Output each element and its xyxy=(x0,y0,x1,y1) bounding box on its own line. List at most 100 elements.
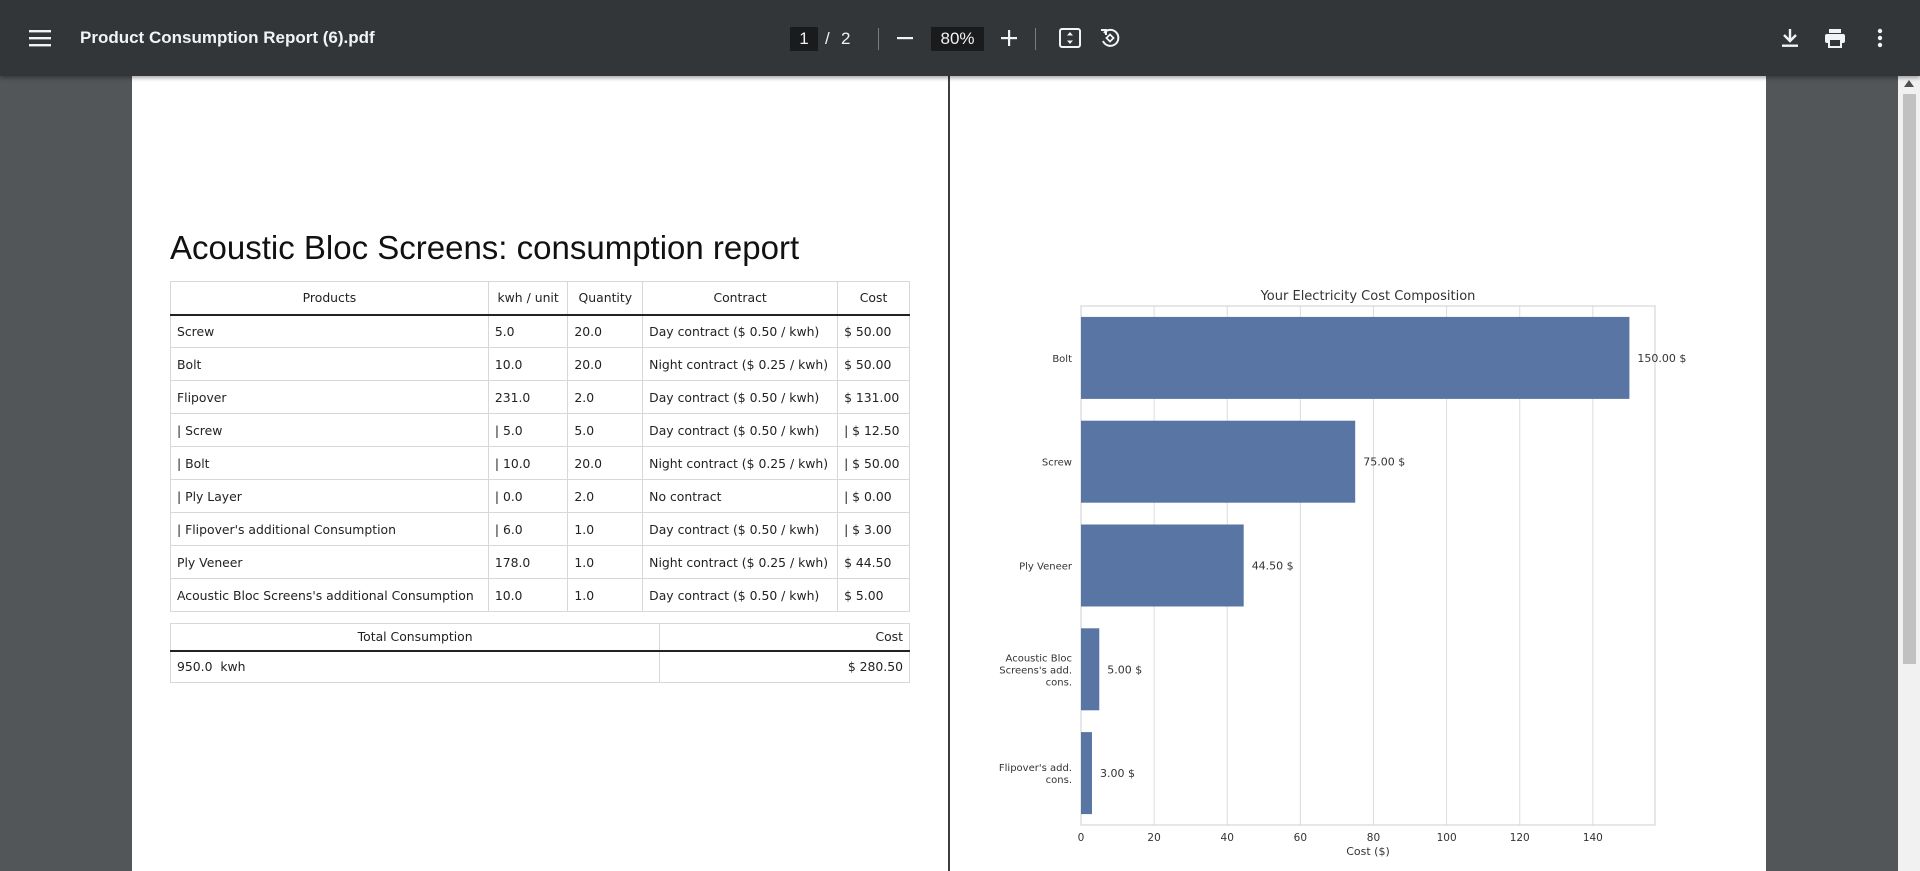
table-cell: Day contract ($ 0.50 / kwh) xyxy=(642,512,839,546)
table-row: Acoustic Bloc Screens's additional Consu… xyxy=(170,578,910,612)
table-cell: Day contract ($ 0.50 / kwh) xyxy=(642,413,839,447)
fit-page-icon xyxy=(1059,28,1081,48)
column-header: Cost xyxy=(837,281,910,316)
table-cell: | Ply Layer xyxy=(170,479,489,513)
consumption-table: Products kwh / unit Quantity Contract Co… xyxy=(170,281,910,612)
category-label: Acoustic Bloc Screens's add. cons. xyxy=(999,653,1072,688)
cost-composition-chart: Your Electricity Cost Composition 150.00 … xyxy=(999,289,1687,858)
bar-value-label: 44.50 $ xyxy=(1252,560,1294,573)
more-actions-button[interactable] xyxy=(1865,23,1895,53)
chart-title: Your Electricity Cost Composition xyxy=(1260,289,1476,304)
x-tick-label: 140 xyxy=(1583,832,1603,844)
category-label: Screw xyxy=(1042,458,1072,469)
column-header: kwh / unit xyxy=(487,281,569,316)
table-cell: | Flipover's additional Consumption xyxy=(170,512,489,546)
chart-bar xyxy=(1081,316,1630,399)
table-row: Screw 5.0 20.0 Day contract ($ 0.50 / kwh) $… xyxy=(170,314,910,348)
page-number-input[interactable]: 1 xyxy=(790,27,818,51)
table-cell: 231.0 xyxy=(487,380,569,414)
table-cell: 10.0 xyxy=(487,347,569,381)
table-cell: Night contract ($ 0.25 / kwh) xyxy=(642,446,839,480)
x-tick-label: 80 xyxy=(1367,832,1380,844)
total-cost-header: Cost xyxy=(659,623,910,652)
bar-value-label: 5.00 $ xyxy=(1107,663,1142,676)
table-row: | Flipover's additional Consumption | 6.0… xyxy=(170,512,910,546)
category-label-line: Ply Veneer xyxy=(1019,562,1073,573)
zoom-out-icon xyxy=(897,37,913,40)
table-cell: 20.0 xyxy=(567,314,644,348)
category-label: Bolt xyxy=(1052,354,1072,365)
download-button[interactable] xyxy=(1775,23,1805,53)
table-cell: Flipover xyxy=(170,380,489,414)
table-cell: | 5.0 xyxy=(487,413,569,447)
category-label-line: Bolt xyxy=(1052,354,1072,365)
scroll-up-arrow-icon[interactable] xyxy=(1904,80,1914,87)
table-cell: Day contract ($ 0.50 / kwh) xyxy=(642,578,839,612)
table-row: Bolt 10.0 20.0 Night contract ($ 0.25 / kwh… xyxy=(170,347,910,381)
toolbar-divider xyxy=(878,28,879,50)
print-button[interactable] xyxy=(1820,23,1850,53)
table-row: | Bolt | 10.0 20.0 Night contract ($ 0.25 /… xyxy=(170,446,910,480)
column-header: Contract xyxy=(642,281,839,316)
table-cell: No contract xyxy=(642,479,839,513)
table-cell: 2.0 xyxy=(567,479,644,513)
zoom-in-button[interactable] xyxy=(994,23,1024,53)
scrollbar-thumb[interactable] xyxy=(1903,94,1916,664)
total-consumption-value: 950.0 kwh xyxy=(169,650,661,683)
category-label: Flipover's add. cons. xyxy=(999,763,1072,786)
toolbar-divider xyxy=(1035,28,1036,50)
more-icon xyxy=(1877,28,1883,48)
table-cell: $ 50.00 xyxy=(837,314,910,348)
column-header: Quantity xyxy=(567,281,644,316)
table-cell: $ 50.00 xyxy=(837,347,910,381)
bar-value-label: 75.00 $ xyxy=(1363,456,1405,469)
rotate-icon xyxy=(1101,28,1120,47)
table-cell: Acoustic Bloc Screens's additional Consu… xyxy=(170,578,489,612)
chart-bar xyxy=(1081,628,1100,711)
pdf-page-1: Acoustic Bloc Screens: consumption repor… xyxy=(132,76,948,871)
table-cell: $ 44.50 xyxy=(837,545,910,579)
x-tick-label: 120 xyxy=(1510,832,1530,844)
fit-page-button[interactable] xyxy=(1055,23,1085,53)
table-cell: Day contract ($ 0.50 / kwh) xyxy=(642,314,839,348)
table-cell: Day contract ($ 0.50 / kwh) xyxy=(642,380,839,414)
total-cost-value: $ 280.50 xyxy=(659,650,910,683)
table-cell: 178.0 xyxy=(487,545,569,579)
category-label-line: cons. xyxy=(1046,775,1072,786)
category-label-line: cons. xyxy=(1046,677,1072,688)
zoom-input[interactable]: 80% xyxy=(931,27,984,51)
table-cell: 1.0 xyxy=(567,512,644,546)
table-body: Screw 5.0 20.0 Day contract ($ 0.50 / kwh) $… xyxy=(170,314,910,612)
table-cell: 5.0 xyxy=(487,314,569,348)
x-tick-label: 20 xyxy=(1147,832,1160,844)
category-label: Ply Veneer xyxy=(1019,562,1073,573)
bar-value-label: 3.00 $ xyxy=(1100,767,1135,780)
page-total: 2 xyxy=(841,29,851,48)
x-tick-label: 60 xyxy=(1294,832,1307,844)
document-title: Product Consumption Report (6).pdf xyxy=(80,28,375,47)
total-header-row: Total Consumption Cost xyxy=(169,623,910,652)
zoom-in-icon xyxy=(1001,30,1017,46)
table-cell: 1.0 xyxy=(567,578,644,612)
category-label-line: Flipover's add. xyxy=(999,763,1072,774)
bar-value-label: 150.00 $ xyxy=(1637,352,1686,365)
table-row: Flipover 231.0 2.0 Day contract ($ 0.50 / k… xyxy=(170,380,910,414)
category-label-line: Screens's add. xyxy=(999,665,1072,676)
table-cell: Ply Veneer xyxy=(170,545,489,579)
rotate-button[interactable] xyxy=(1095,23,1125,53)
table-header-row: Products kwh / unit Quantity Contract Co… xyxy=(170,281,910,316)
table-cell: 2.0 xyxy=(567,380,644,414)
pdf-page-2: Your Electricity Cost Composition 150.00 … xyxy=(950,76,1766,871)
table-cell: 20.0 xyxy=(567,347,644,381)
table-cell: 10.0 xyxy=(487,578,569,612)
menu-icon xyxy=(29,30,51,47)
menu-button[interactable] xyxy=(20,18,60,58)
column-header: Products xyxy=(170,281,489,316)
table-cell: | $ 12.50 xyxy=(837,413,910,447)
zoom-out-button[interactable] xyxy=(890,23,920,53)
total-table: Total Consumption Cost 950.0 kwh $ 280.5… xyxy=(169,623,910,683)
vertical-scrollbar[interactable] xyxy=(1898,76,1920,871)
table-cell: 1.0 xyxy=(567,545,644,579)
table-cell: | 0.0 xyxy=(487,479,569,513)
x-tick-label: 100 xyxy=(1437,832,1457,844)
